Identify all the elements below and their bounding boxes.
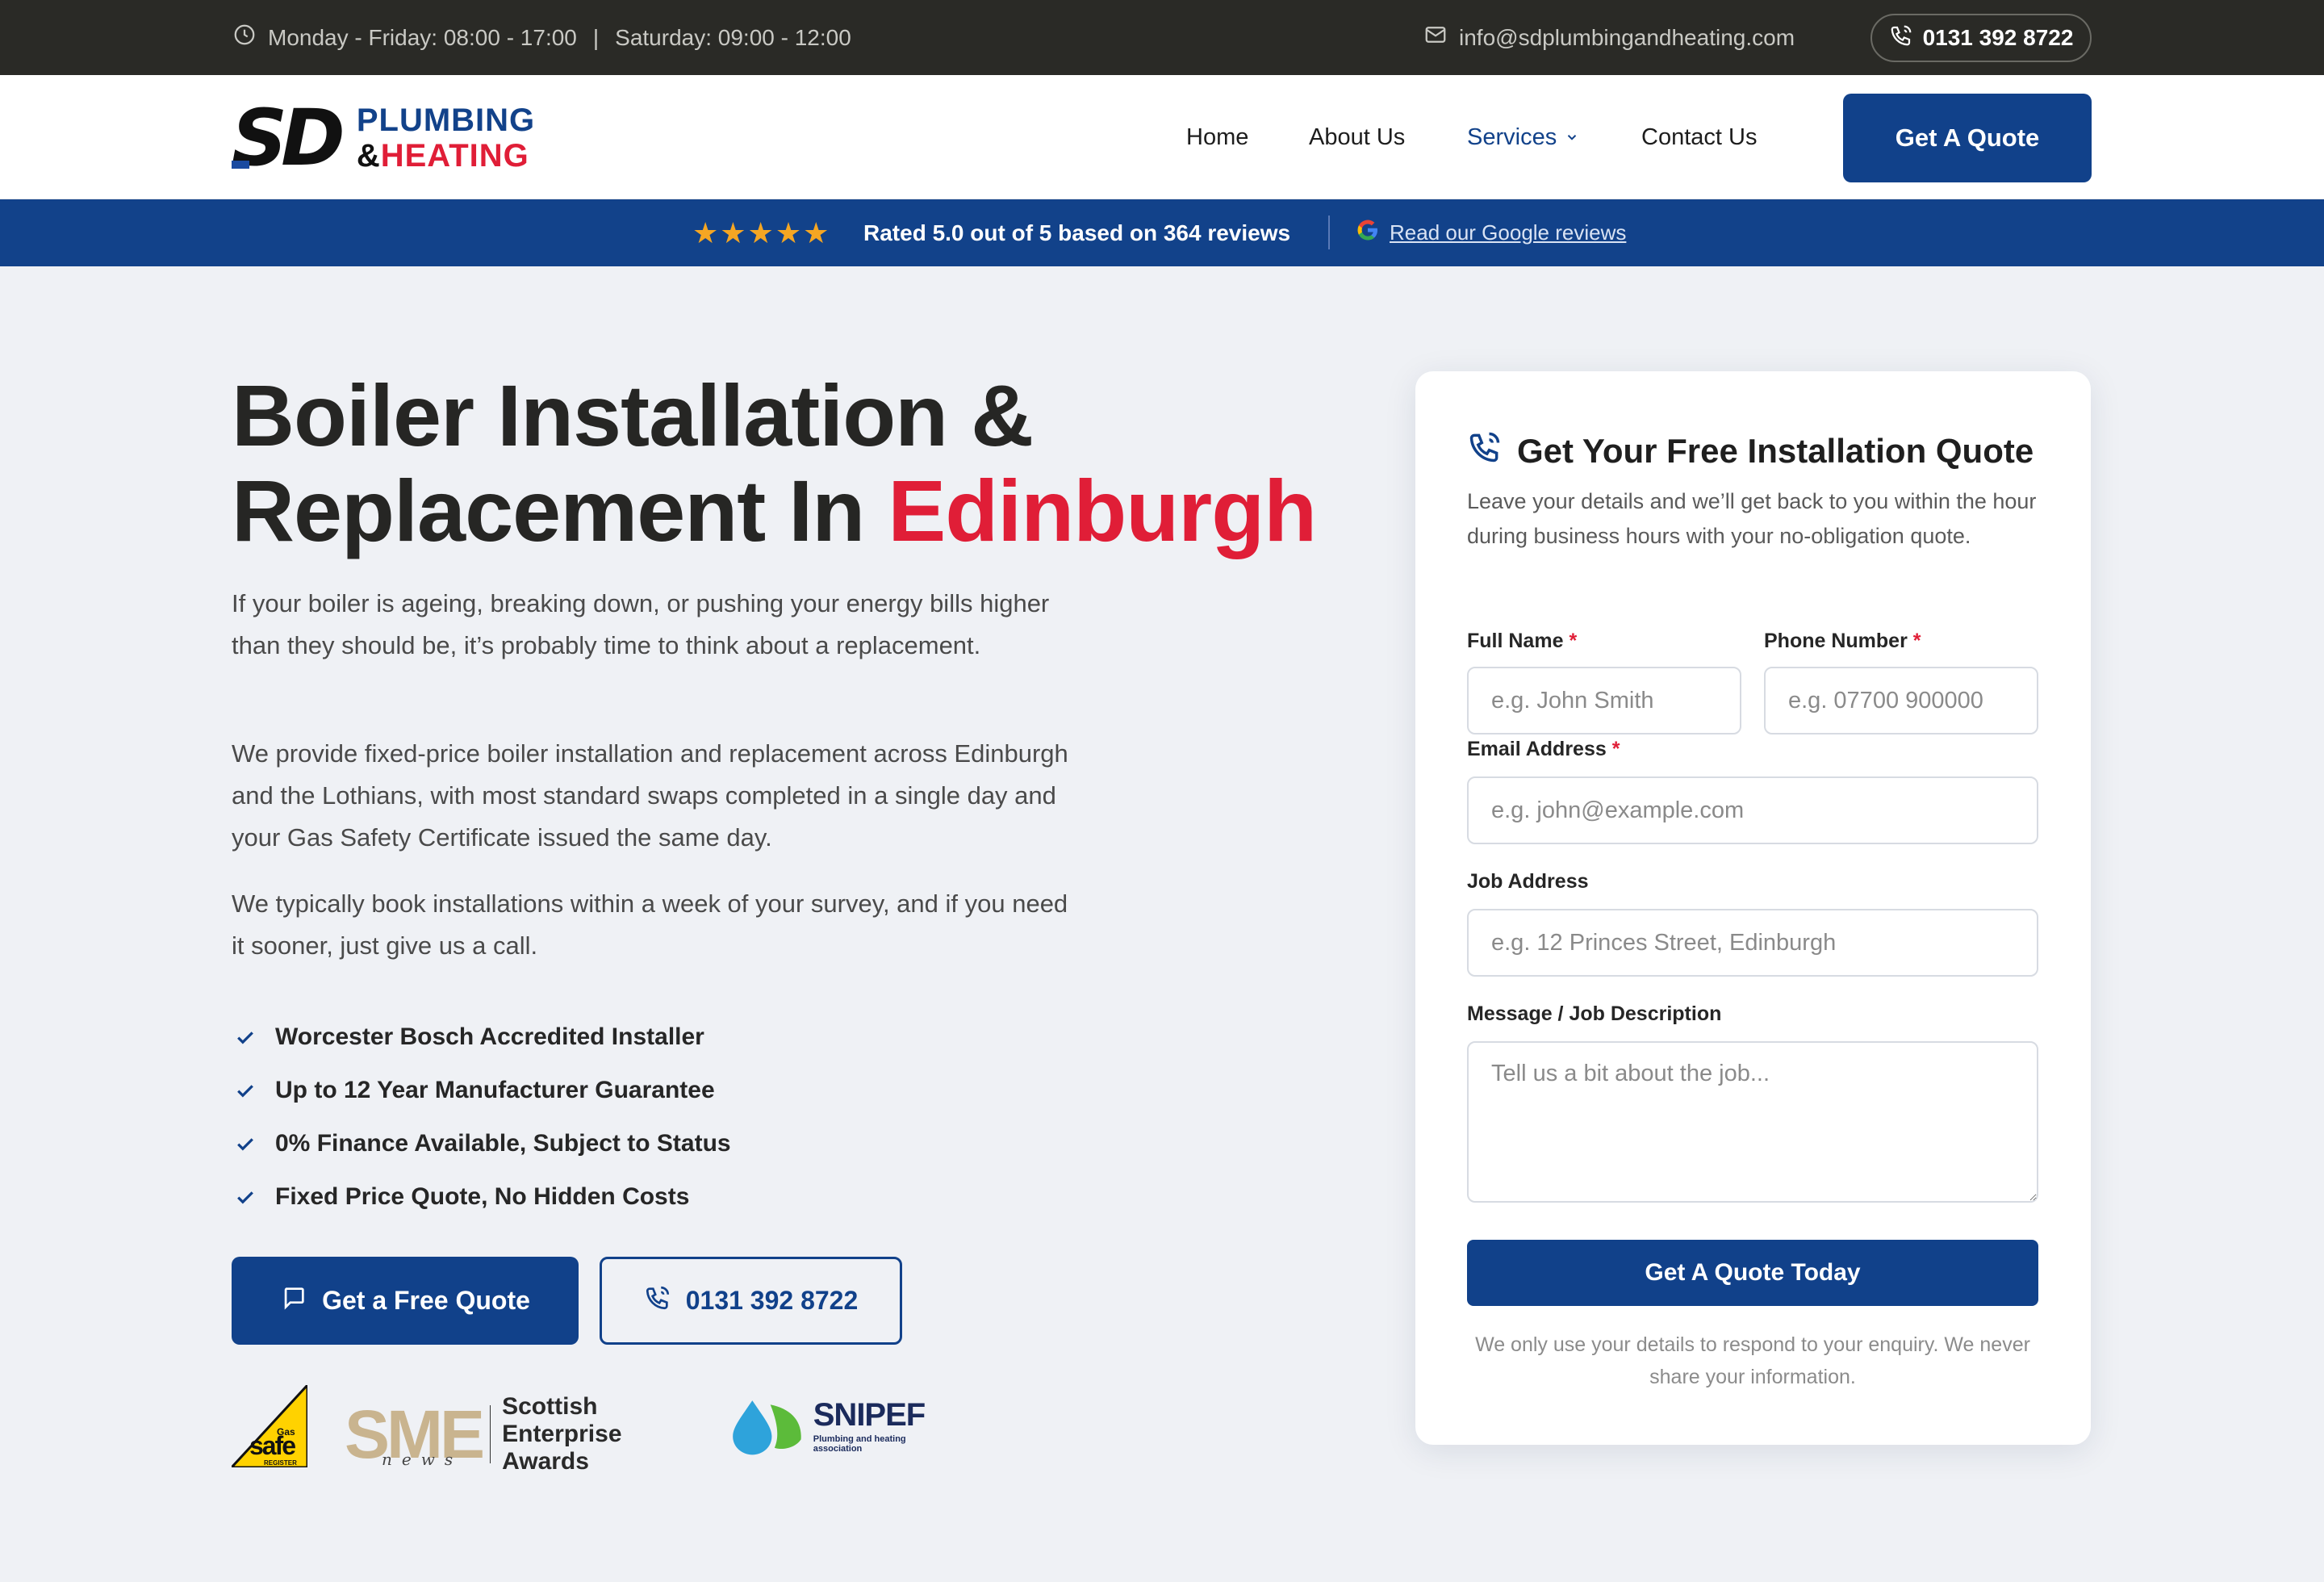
snipef-name: SNIPEF: [813, 1397, 926, 1433]
chat-icon: [280, 1284, 307, 1318]
email-text: info@sdplumbingandheating.com: [1459, 24, 1795, 50]
privacy-note: We only use your details to respond to y…: [1475, 1333, 2030, 1388]
phone-icon: [1467, 429, 1503, 473]
intro-paragraph-2: We provide fixed-price boiler installati…: [232, 739, 1068, 852]
form-subtitle: Leave your details and we’ll get back to…: [1467, 489, 2037, 548]
google-icon: [1356, 218, 1380, 248]
quote-form-card: Get Your Free Installation Quote Leave y…: [1415, 371, 2091, 1445]
title-line1: Boiler Installation &: [232, 366, 1034, 464]
logo-line2: &HEATING: [356, 138, 529, 174]
rating-text: Rated 5.0 out of 5 based on 364 reviews: [863, 220, 1291, 245]
header-get-quote-button[interactable]: Get A Quote: [1843, 94, 2092, 182]
page-title: Boiler Installation & Replacement In Edi…: [232, 368, 1361, 559]
nav-services[interactable]: Services: [1467, 124, 1579, 151]
nav-home[interactable]: Home: [1186, 124, 1248, 151]
message-label: Message / Job Description: [1467, 1002, 1722, 1025]
job-address-input[interactable]: [1467, 909, 2038, 977]
feature-checklist: Worcester Bosch Accredited Installer Up …: [232, 1011, 731, 1224]
nav-contact[interactable]: Contact Us: [1641, 124, 1757, 151]
get-free-quote-label: Get a Free Quote: [322, 1286, 530, 1315]
checklist-item: 0% Finance Available, Subject to Status: [232, 1117, 731, 1170]
snipef-drop-icon: [733, 1400, 801, 1455]
full-name-label: Full Name *: [1467, 630, 1578, 652]
opening-hours: Monday - Friday: 08:00 - 17:00 | Saturda…: [232, 0, 851, 75]
email-address-input[interactable]: [1467, 776, 2038, 844]
sme-awards-logo: SME news Scottish Enterprise Awards: [345, 1393, 622, 1475]
rating-bar: ★★★★★ Rated 5.0 out of 5 based on 364 re…: [0, 199, 2324, 266]
topbar-phone-text: 0131 392 8722: [1922, 25, 2074, 50]
checklist-item: Up to 12 Year Manufacturer Guarantee: [232, 1064, 731, 1117]
snipef-logo: SNIPEF Plumbing and heating association: [729, 1392, 937, 1461]
check-icon: [232, 1077, 259, 1104]
email-address-label: Email Address *: [1467, 738, 1620, 760]
get-free-quote-button[interactable]: Get a Free Quote: [232, 1257, 579, 1345]
phone-icon: [644, 1284, 671, 1318]
check-icon: [232, 1023, 259, 1051]
google-reviews-text[interactable]: Read our Google reviews: [1390, 220, 1626, 245]
intro-paragraph-3: We typically book installations within a…: [232, 889, 1068, 960]
title-line2: Replacement In Edinburgh: [232, 462, 1317, 559]
site-header: SD PLUMBING &HEATING Home About Us Servi…: [0, 75, 2324, 199]
message-textarea[interactable]: [1467, 1041, 2038, 1203]
phone-icon: [1889, 23, 1913, 53]
rating-divider: [1328, 216, 1330, 249]
clock-icon: [232, 23, 257, 52]
phone-number-label: Phone Number *: [1764, 630, 1921, 652]
top-bar: Monday - Friday: 08:00 - 17:00 | Saturda…: [0, 0, 2324, 75]
call-phone-label: 0131 392 8722: [685, 1286, 859, 1315]
sme-awards-text: Scottish Enterprise Awards: [502, 1393, 622, 1475]
job-address-label: Job Address: [1467, 870, 1589, 893]
google-reviews-link[interactable]: Read our Google reviews: [1356, 199, 1626, 266]
logo-mark: SD: [232, 93, 345, 183]
gas-safe-logo: Gas safe REGISTER: [232, 1385, 307, 1467]
chevron-down-icon: [1565, 124, 1579, 151]
logo-line1: PLUMBING: [356, 103, 536, 138]
logo[interactable]: SD PLUMBING &HEATING: [232, 99, 535, 177]
hours-separator: |: [592, 24, 600, 50]
submit-quote-button[interactable]: Get A Quote Today: [1467, 1240, 2038, 1306]
check-icon: [232, 1183, 259, 1211]
call-phone-button[interactable]: 0131 392 8722: [600, 1257, 902, 1345]
nav-about[interactable]: About Us: [1309, 124, 1405, 151]
logo-text: PLUMBING &HEATING: [357, 104, 535, 172]
phone-number-input[interactable]: [1764, 667, 2038, 734]
svg-text:REGISTER: REGISTER: [264, 1459, 297, 1467]
star-icon: ★★★★★: [692, 216, 831, 249]
checklist-item: Fixed Price Quote, No Hidden Costs: [232, 1170, 731, 1224]
snipef-tagline: Plumbing and heating association: [813, 1434, 906, 1454]
mail-icon: [1423, 23, 1448, 52]
form-title-text: Get Your Free Installation Quote: [1517, 432, 2034, 470]
svg-text:safe: safe: [249, 1431, 295, 1460]
hours-weekday: Monday - Friday: 08:00 - 17:00: [268, 24, 577, 50]
email-link[interactable]: info@sdplumbingandheating.com: [1423, 0, 1795, 75]
topbar-phone-button[interactable]: 0131 392 8722: [1870, 14, 2092, 62]
nav-services-label: Services: [1467, 123, 1557, 150]
intro-paragraph-1: If your boiler is ageing, breaking down,…: [232, 589, 1050, 659]
check-icon: [232, 1130, 259, 1157]
form-title: Get Your Free Installation Quote: [1467, 429, 2034, 473]
hours-saturday: Saturday: 09:00 - 12:00: [615, 24, 851, 50]
full-name-input[interactable]: [1467, 667, 1741, 734]
checklist-item: Worcester Bosch Accredited Installer: [232, 1011, 731, 1064]
title-highlight: Edinburgh: [888, 462, 1317, 559]
sme-news-text: news: [382, 1450, 463, 1469]
